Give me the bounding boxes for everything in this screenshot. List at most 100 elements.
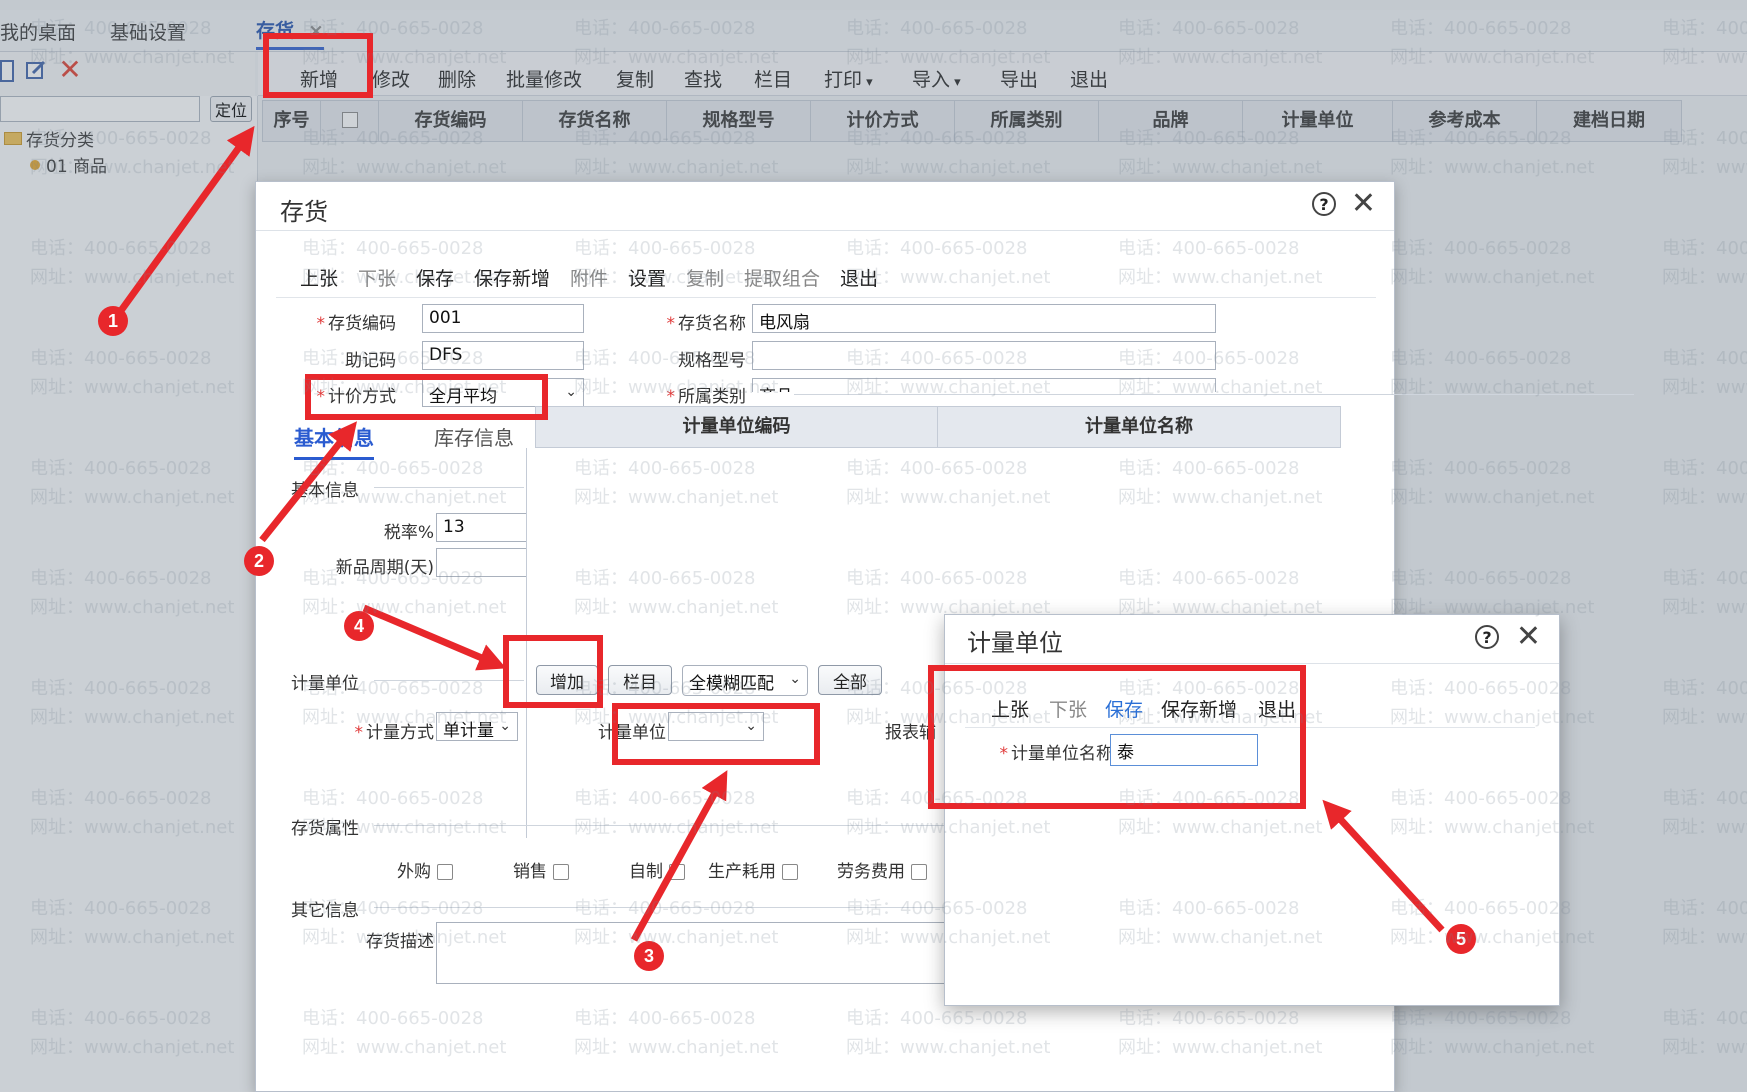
watermark: 电话：400-665-0028网址：www.chanjet.net — [1390, 458, 1595, 508]
unit-btn-exit[interactable]: 退出 — [1258, 695, 1296, 722]
col-unit-name[interactable]: 计量单位名称 — [938, 407, 1340, 447]
tree-root-inventory-category[interactable]: 存货分类 — [4, 126, 94, 151]
toolbar-print[interactable]: 打印 ▾ — [824, 65, 873, 92]
watermark: 电话：400-665-0028网址：www.chanjet.net — [1662, 1008, 1747, 1058]
col-unit-code[interactable]: 计量单位编码 — [536, 407, 938, 447]
col-category[interactable]: 所属类别 — [955, 101, 1099, 141]
measure-method-select[interactable]: 单计量 ⌄ — [436, 712, 518, 741]
subtab-stock-info[interactable]: 库存信息 — [434, 422, 514, 451]
toolbar-batch-edit[interactable]: 批量修改 — [506, 65, 582, 92]
dialog-btn-attachment[interactable]: 附件 — [570, 264, 608, 291]
toolbar-export[interactable]: 导出 — [1000, 65, 1038, 92]
toolbar-add[interactable]: 新增 — [300, 65, 338, 92]
col-brand[interactable]: 品牌 — [1099, 101, 1243, 141]
dialog-btn-extract-combo[interactable]: 提取组合 — [744, 264, 820, 291]
spec-input[interactable] — [752, 341, 1216, 370]
tree-node-icon — [30, 159, 40, 170]
divider — [256, 230, 1394, 231]
section-unit: 计量单位 — [291, 674, 359, 694]
locate-input[interactable] — [0, 96, 200, 122]
unit-name-label: * 计量单位名称 — [999, 744, 1114, 764]
tree-item-goods[interactable]: 01 商品 — [30, 152, 107, 177]
inventory-grid-header: 序号 存货编码 存货名称 规格型号 计价方式 所属类别 品牌 计量单位 参考成本… — [262, 100, 1682, 142]
edit-icon[interactable] — [24, 58, 48, 82]
col-code[interactable]: 存货编码 — [379, 101, 523, 141]
measure-unit-select[interactable]: ⌄ — [668, 712, 764, 741]
category-select[interactable]: 商品 ⌄ — [752, 378, 1216, 392]
col-name[interactable]: 存货名称 — [523, 101, 667, 141]
mnemonic-input[interactable]: DFS — [422, 341, 584, 370]
show-all-button[interactable]: 全部 — [818, 665, 882, 695]
desc-textarea[interactable] — [436, 922, 956, 984]
dialog-btn-save-new[interactable]: 保存新增 — [474, 264, 550, 291]
chevron-down-icon: ▾ — [862, 75, 873, 90]
name-input[interactable]: 电风扇 — [752, 304, 1216, 333]
toolbar-columns[interactable]: 栏目 — [754, 65, 792, 92]
attr-self-made[interactable]: 自制 — [629, 857, 685, 882]
attr-self-made-checkbox[interactable] — [669, 864, 685, 880]
attr-sales-checkbox[interactable] — [553, 864, 569, 880]
locate-button[interactable]: 定位 — [210, 96, 252, 122]
unit-btn-prev[interactable]: 上张 — [991, 695, 1029, 722]
spec-label: 规格型号 — [678, 351, 746, 371]
unit-btn-next[interactable]: 下张 — [1049, 695, 1087, 722]
chevron-down-icon: ▾ — [950, 75, 961, 90]
toolbar-exit[interactable]: 退出 — [1070, 65, 1108, 92]
unit-btn-save[interactable]: 保存 — [1105, 695, 1143, 722]
category-tree-panel — [0, 96, 258, 1092]
attr-purchase-checkbox[interactable] — [437, 864, 453, 880]
toolbar-find[interactable]: 查找 — [684, 65, 722, 92]
col-pricing[interactable]: 计价方式 — [811, 101, 955, 141]
attr-production-use-checkbox[interactable] — [782, 864, 798, 880]
dialog-btn-prev[interactable]: 上张 — [300, 264, 338, 291]
dialog-btn-settings[interactable]: 设置 — [628, 264, 666, 291]
select-all-checkbox-cell[interactable] — [321, 101, 379, 141]
dialog-btn-next[interactable]: 下张 — [358, 264, 396, 291]
tab-basic-settings[interactable]: 基础设置 — [110, 18, 186, 45]
toolbar-edit[interactable]: 修改 — [372, 65, 410, 92]
annotation-badge-5: 5 — [1446, 924, 1476, 954]
chevron-down-icon: ⌄ — [789, 671, 801, 687]
toolbar-import-label: 导入 — [912, 69, 951, 91]
close-icon[interactable]: ✕ — [1351, 186, 1376, 221]
measure-method-label: * 计量方式 — [354, 723, 435, 743]
attr-purchase[interactable]: 外购 — [397, 857, 453, 882]
col-ref-cost[interactable]: 参考成本 — [1393, 101, 1537, 141]
subtab-basic-info[interactable]: 基本信息 — [294, 422, 374, 460]
col-created-date[interactable]: 建档日期 — [1537, 101, 1681, 141]
pricing-select[interactable]: 全月平均 ⌄ — [422, 378, 584, 407]
chevron-down-icon: ⌄ — [565, 384, 577, 400]
unit-btn-save-new[interactable]: 保存新增 — [1161, 695, 1237, 722]
dialog-btn-exit[interactable]: 退出 — [840, 264, 878, 291]
tax-input[interactable]: 13 — [436, 513, 526, 542]
annotation-badge-1: 1 — [98, 306, 128, 336]
tab-my-desktop[interactable]: 我的桌面 — [0, 18, 76, 45]
close-icon[interactable]: ✕ — [1516, 619, 1541, 654]
toolbar-import[interactable]: 导入 ▾ — [912, 65, 961, 92]
unit-name-input[interactable]: 泰 — [1110, 734, 1258, 766]
add-unit-button[interactable]: 增加 — [536, 665, 598, 695]
name-label: * 存货名称 — [666, 314, 747, 334]
attr-production-use-label: 生产耗用 — [708, 862, 776, 882]
help-icon[interactable]: ? — [1312, 192, 1336, 216]
period-input[interactable] — [436, 548, 526, 577]
col-spec[interactable]: 规格型号 — [667, 101, 811, 141]
toolbar-delete[interactable]: 删除 — [438, 65, 476, 92]
unit-columns-button[interactable]: 栏目 — [608, 665, 672, 695]
dialog-btn-copy[interactable]: 复制 — [686, 264, 724, 291]
attr-sales[interactable]: 销售 — [513, 857, 569, 882]
attr-service-fee-checkbox[interactable] — [911, 864, 927, 880]
dialog-btn-save[interactable]: 保存 — [416, 264, 454, 291]
toolbar-copy[interactable]: 复制 — [616, 65, 654, 92]
col-unit[interactable]: 计量单位 — [1243, 101, 1393, 141]
tab-close-icon[interactable]: × — [308, 20, 324, 42]
help-icon[interactable]: ? — [1475, 625, 1499, 649]
delete-icon[interactable]: ✕ — [58, 53, 82, 86]
attr-service-fee[interactable]: 劳务费用 — [837, 857, 927, 882]
code-input[interactable]: 001 — [422, 304, 584, 333]
select-all-checkbox[interactable] — [341, 111, 358, 128]
new-file-icon[interactable] — [0, 60, 14, 82]
tab-inventory[interactable]: 存货 × — [256, 16, 324, 50]
attr-production-use[interactable]: 生产耗用 — [708, 857, 798, 882]
match-mode-select[interactable]: 全模糊匹配 ⌄ — [682, 665, 808, 696]
